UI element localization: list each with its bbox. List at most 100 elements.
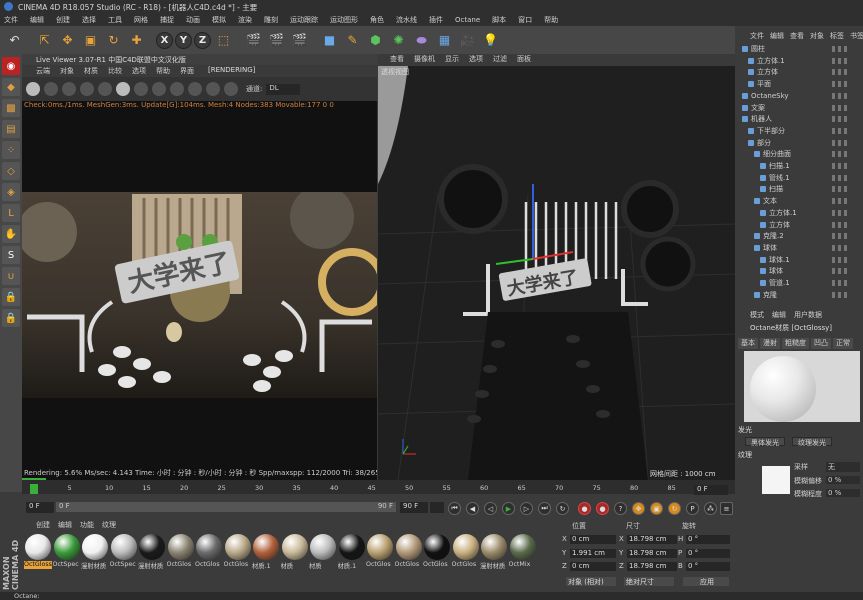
go-to-start-icon[interactable]: ⏮ xyxy=(448,502,461,515)
texture-mode-icon[interactable]: ▩ xyxy=(2,99,20,117)
menu-item[interactable]: 文件 xyxy=(4,15,18,25)
rotate-tool-icon[interactable]: ↻ xyxy=(103,30,124,51)
material-label[interactable]: 材质 xyxy=(309,561,337,569)
object-visibility-icon[interactable] xyxy=(832,198,848,205)
start-frame-field[interactable]: 0 F xyxy=(26,502,54,513)
material-manager-menu-item[interactable]: 功能 xyxy=(80,520,94,531)
position-field[interactable]: 0 cm xyxy=(570,562,616,571)
object-list-item[interactable]: 细分曲面 xyxy=(738,149,848,159)
object-list-item[interactable]: 立方体.1 xyxy=(738,208,848,218)
light-icon[interactable]: 💡 xyxy=(480,30,501,51)
texture-emission-button[interactable]: 纹理发光 xyxy=(792,437,832,447)
timeline-window-icon[interactable]: ≡ xyxy=(720,502,733,515)
material-manager-menu-item[interactable]: 创建 xyxy=(36,520,50,531)
lock-workplane-icon[interactable]: 🔒 xyxy=(2,309,20,327)
object-visibility-icon[interactable] xyxy=(832,233,848,240)
loop-icon[interactable]: ↻ xyxy=(556,502,569,515)
x-axis-lock-button[interactable]: X xyxy=(156,31,173,49)
y-axis-lock-button[interactable]: Y xyxy=(175,31,192,49)
make-editable-icon[interactable]: ◉ xyxy=(2,57,20,75)
object-list-item[interactable]: OctaneSky xyxy=(738,91,848,101)
viewport-menu-item[interactable]: 选项 xyxy=(469,54,483,66)
material-swatch[interactable] xyxy=(452,534,479,560)
object-list-item[interactable]: 文本 xyxy=(738,196,848,206)
object-visibility-icon[interactable] xyxy=(832,256,848,263)
perspective-viewport[interactable]: 大学来了 xyxy=(378,54,735,480)
material-label[interactable]: OctGlos xyxy=(452,561,480,569)
material-manager-menu-item[interactable]: 编辑 xyxy=(58,520,72,531)
live-viewer-menu-item[interactable]: 帮助 xyxy=(156,66,170,76)
menu-item[interactable]: 插件 xyxy=(429,15,443,25)
material-swatch[interactable] xyxy=(481,534,507,560)
menu-item[interactable]: 渲染 xyxy=(238,15,252,25)
menu-item[interactable]: Octane xyxy=(455,16,480,24)
material-swatch[interactable] xyxy=(25,534,51,560)
menu-item[interactable]: 角色 xyxy=(370,15,384,25)
live-viewer-menu-item[interactable]: 材质 xyxy=(84,66,98,76)
frame-range-slider[interactable]: 0 F 90 F xyxy=(56,502,396,512)
pick-focus-icon[interactable] xyxy=(152,82,166,96)
model-mode-icon[interactable]: ◆ xyxy=(2,78,20,96)
record-pla-icon[interactable]: ⁂ xyxy=(704,502,717,515)
deformer-icon[interactable]: ⬬ xyxy=(411,30,432,51)
points-mode-icon[interactable]: ⁘ xyxy=(2,141,20,159)
texture-swatch[interactable] xyxy=(762,466,790,494)
edges-mode-icon[interactable]: ◇ xyxy=(2,162,20,180)
record-active-icon[interactable]: ● xyxy=(578,502,591,515)
size-field[interactable]: 18.798 cm xyxy=(627,535,677,544)
snap-icon[interactable]: ∪ xyxy=(2,267,20,285)
undo-button[interactable]: ↶ xyxy=(4,30,25,51)
object-visibility-icon[interactable] xyxy=(832,69,848,76)
size-field[interactable]: 18.798 cm xyxy=(627,562,677,571)
record-scale-icon[interactable]: ▣ xyxy=(650,502,663,515)
tweak-icon[interactable]: ✋ xyxy=(2,225,20,243)
object-list-item[interactable]: 立方体.1 xyxy=(738,56,848,66)
object-list-item[interactable]: 立方体 xyxy=(738,67,848,77)
z-axis-lock-button[interactable]: Z xyxy=(194,31,211,49)
menu-item[interactable]: 模拟 xyxy=(212,15,226,25)
next-key-icon[interactable]: ▷ xyxy=(520,502,533,515)
material-label[interactable]: OctSpec xyxy=(110,561,138,569)
menu-item[interactable]: 雕刻 xyxy=(264,15,278,25)
viewport-menu-item[interactable]: 面板 xyxy=(517,54,531,66)
axis-icon[interactable]: L xyxy=(2,204,20,222)
object-visibility-icon[interactable] xyxy=(832,221,848,228)
object-visibility-icon[interactable] xyxy=(832,46,848,52)
rotation-field[interactable]: 0 ° xyxy=(686,562,730,571)
menu-item[interactable]: 创建 xyxy=(56,15,70,25)
material-manager-menu-item[interactable]: 纹理 xyxy=(102,520,116,531)
cloner-icon[interactable]: ✺ xyxy=(388,30,409,51)
apply-button[interactable]: 应用 xyxy=(683,577,729,586)
material-label[interactable]: OctGlos xyxy=(167,561,195,569)
object-list-item[interactable]: 下半部分 xyxy=(738,126,848,136)
object-visibility-icon[interactable] xyxy=(832,57,848,64)
material-label[interactable]: 漫射材质 xyxy=(81,561,109,569)
viewport-menu-item[interactable]: 过滤 xyxy=(493,54,507,66)
size-mode-select[interactable]: 绝对尺寸 xyxy=(624,577,674,586)
object-list-item[interactable]: 扫描 xyxy=(738,184,848,194)
object-manager-menu-item[interactable]: 查看 xyxy=(790,31,804,43)
param-blur-amount-value[interactable]: 0 % xyxy=(826,489,860,497)
viewport-menu-item[interactable]: 查看 xyxy=(390,54,404,66)
material-swatch[interactable] xyxy=(167,534,194,560)
stop-icon[interactable] xyxy=(80,82,94,96)
object-visibility-icon[interactable] xyxy=(832,151,848,158)
pause-icon[interactable] xyxy=(62,82,76,96)
material-swatch[interactable] xyxy=(224,534,251,560)
live-viewer-menu-item[interactable]: 选项 xyxy=(132,66,146,76)
settings-icon[interactable] xyxy=(116,82,130,96)
send-scene-icon[interactable] xyxy=(26,82,40,96)
restart-icon[interactable] xyxy=(44,82,58,96)
menu-item[interactable]: 选择 xyxy=(82,15,96,25)
menu-item[interactable]: 脚本 xyxy=(492,15,506,25)
object-manager-menu-item[interactable]: 书签 xyxy=(850,31,863,43)
object-visibility-icon[interactable] xyxy=(832,104,848,111)
object-list-item[interactable]: 圆柱 xyxy=(738,44,848,54)
lock-icon[interactable]: 🔒 xyxy=(2,288,20,306)
material-label[interactable]: 材质.1 xyxy=(338,561,366,569)
solo-icon[interactable]: S xyxy=(2,246,20,264)
position-field[interactable]: 0 cm xyxy=(570,535,616,544)
object-visibility-icon[interactable] xyxy=(832,186,848,193)
object-list-item[interactable]: 部分 xyxy=(738,138,848,148)
record-rotation-icon[interactable]: ↻ xyxy=(668,502,681,515)
